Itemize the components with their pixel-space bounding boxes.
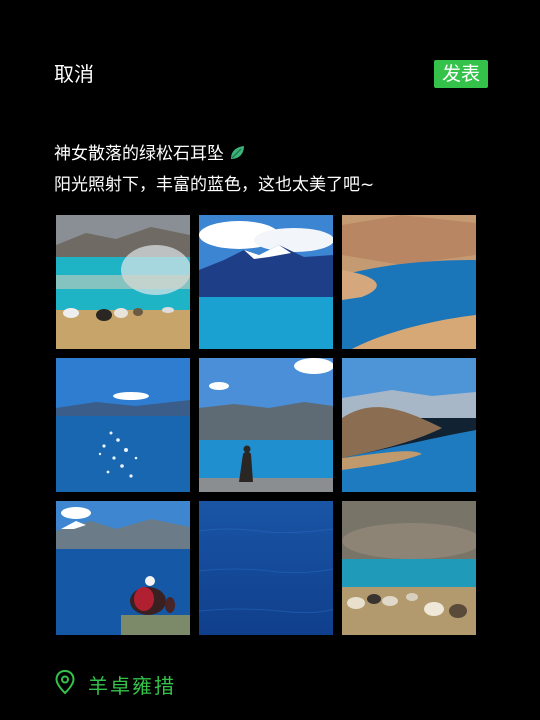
photo-sheep-by-lake[interactable] [342, 501, 476, 635]
location-row[interactable]: 羊卓雍措 [54, 668, 176, 700]
top-bar: 取消 发表 [0, 58, 540, 92]
post-text-line-2: 阳光照射下，丰富的蓝色，这也太美了吧~ [54, 175, 375, 195]
publish-button[interactable]: 发表 [434, 60, 488, 88]
photo-sparkling-water[interactable] [56, 358, 190, 492]
photo-grid [56, 215, 476, 635]
location-label: 羊卓雍措 [88, 673, 176, 698]
photo-desert-hills-lake[interactable] [342, 215, 476, 349]
photo-snow-mountain-lake[interactable] [199, 215, 333, 349]
post-compose-screen: 取消 发表 神女散落的绿松石耳坠 阳光照射下，丰富的蓝色，这也太美了吧~ 羊卓雍… [0, 0, 540, 720]
photo-tibetan-person-blue-lake[interactable] [56, 501, 190, 635]
post-text-line-1: 神女散落的绿松石耳坠 [54, 140, 494, 171]
photo-deep-blue-water[interactable] [199, 501, 333, 635]
photo-person-by-lake[interactable] [199, 358, 333, 492]
cancel-button[interactable]: 取消 [54, 60, 94, 88]
photo-lake-dust-yaks[interactable] [56, 215, 190, 349]
location-pin-icon [54, 669, 76, 699]
post-text-line-1-content: 神女散落的绿松石耳坠 [54, 144, 224, 164]
leaf-emoji-icon [228, 143, 246, 171]
post-text[interactable]: 神女散落的绿松石耳坠 阳光照射下，丰富的蓝色，这也太美了吧~ [54, 140, 494, 199]
photo-winding-lakeshore[interactable] [342, 358, 476, 492]
